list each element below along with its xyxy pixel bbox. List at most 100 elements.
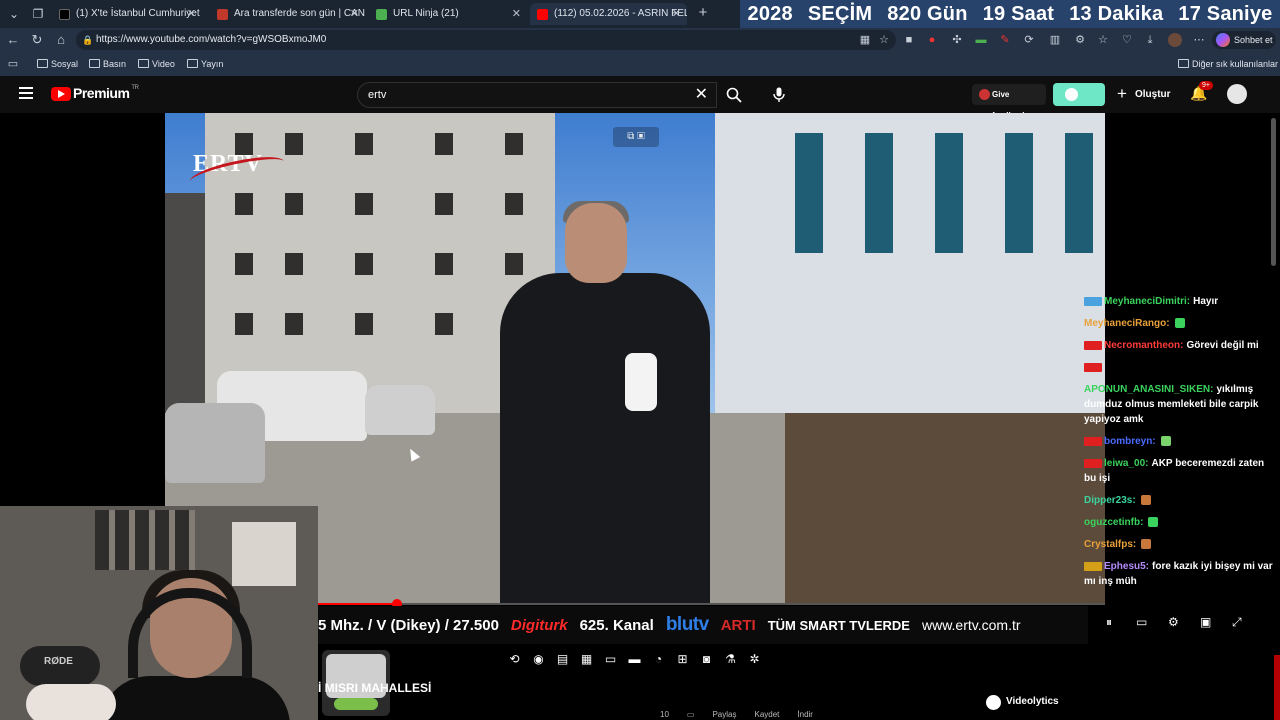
close-tab-icon[interactable]: ✕: [350, 3, 359, 25]
captions-icon[interactable]: ▭: [601, 652, 620, 666]
account-avatar[interactable]: [1227, 84, 1247, 104]
workspaces-icon[interactable]: ❐: [29, 5, 47, 23]
bookmark-folder-sosyal[interactable]: Sosyal: [37, 58, 78, 70]
loop-icon[interactable]: ⟲: [505, 652, 524, 666]
rode-mic-label: RØDE: [44, 656, 73, 667]
page-scrollbar[interactable]: [1271, 118, 1276, 266]
lab-flask-icon[interactable]: ⚗: [721, 652, 740, 666]
search-icon[interactable]: [718, 82, 750, 108]
extension-settings-icon[interactable]: ✲: [745, 652, 764, 666]
downloads-icon[interactable]: ⤓: [1143, 33, 1157, 47]
bookmark-folder-yayin[interactable]: Yayın: [187, 58, 223, 70]
videolytics-panel[interactable]: Videolytics: [980, 692, 1100, 712]
chat-username[interactable]: MeyhaneciDimitri:: [1104, 296, 1190, 307]
bookmark-folder-basin[interactable]: Basın: [89, 58, 126, 70]
extension-red-icon[interactable]: ●: [925, 33, 939, 47]
cinema-mode-icon[interactable]: ▬: [625, 652, 644, 666]
chat-username[interactable]: Crystalfps:: [1084, 539, 1136, 550]
extension-pen-icon[interactable]: ✎: [998, 33, 1012, 47]
stats-icon[interactable]: ▤: [553, 652, 572, 666]
chat-username[interactable]: oguzcetinfb:: [1084, 517, 1143, 528]
youtube-logo-icon[interactable]: [51, 87, 71, 101]
copilot-chat-button[interactable]: Sohbet et: [1212, 31, 1276, 49]
tab-actions-chevron-icon[interactable]: ⌄: [5, 5, 23, 23]
chat-username[interactable]: Necromantheon:: [1104, 340, 1183, 351]
create-button[interactable]: + Oluştur: [1117, 84, 1171, 105]
extension-grid-icon[interactable]: ✣: [950, 33, 964, 47]
refresh-icon[interactable]: ↻: [28, 31, 46, 49]
live-chat-overlay: MeyhaneciDimitri: Hayır MeyhaneciRango: Nec…: [1084, 294, 1274, 624]
fullscreen-icon[interactable]: ⤢: [1232, 615, 1242, 630]
extension-toggle[interactable]: [1053, 83, 1105, 106]
bookmark-label: Yayın: [201, 59, 224, 69]
webcam-wall-panel: [232, 522, 296, 586]
search-input[interactable]: ertv ✕: [357, 82, 717, 108]
new-tab-button[interactable]: +: [694, 4, 712, 22]
browser-tab-urlninja[interactable]: URL Ninja (21) ✕: [369, 3, 527, 25]
voice-search-mic-icon[interactable]: [766, 82, 792, 108]
sidebar-toggle-icon[interactable]: ▭: [4, 55, 22, 73]
split-screen-icon[interactable]: ▥: [1048, 33, 1062, 47]
home-icon[interactable]: ⌂: [52, 31, 70, 49]
favorites-icon[interactable]: ☆: [1096, 33, 1110, 47]
back-arrow-icon[interactable]: ←: [4, 31, 22, 49]
chat-username[interactable]: APONUN_ANASINI_SIKEN:: [1084, 384, 1213, 395]
tab-title: URL Ninja (21): [393, 8, 459, 19]
share-button[interactable]: Paylaş: [712, 710, 736, 720]
save-button[interactable]: Kaydet: [754, 710, 779, 720]
webcam-person-shirt: [100, 676, 290, 720]
notifications-bell-icon[interactable]: 🔔 9+: [1190, 81, 1213, 102]
chat-emote-icon: [1160, 436, 1171, 447]
browser-essentials-icon[interactable]: ♡: [1120, 33, 1134, 47]
address-bar[interactable]: 🔒 https://www.youtube.com/watch?v=gWSOBx…: [76, 30, 896, 50]
give-feedback-button[interactable]: Give feedback: [972, 84, 1046, 120]
toggle-knob: [1065, 88, 1078, 101]
miniplayer-icon[interactable]: ▣: [1200, 615, 1211, 629]
browser-tab-canli[interactable]: Ara transferde son gün | CANLI BL ✕: [210, 3, 365, 25]
download-button[interactable]: İndir: [797, 710, 813, 720]
close-tab-icon[interactable]: ✕: [512, 3, 521, 25]
chat-username[interactable]: MeyhaneciRango:: [1084, 318, 1170, 329]
screenshot-camera-icon[interactable]: ◙: [697, 652, 716, 666]
other-bookmarks-folder[interactable]: Diğer sık kullanılanlar: [1178, 58, 1278, 70]
settings-gear-icon[interactable]: ⚙: [1168, 615, 1179, 629]
app-available-icon[interactable]: ▦: [858, 33, 872, 47]
bookmark-label: Sosyal: [51, 59, 79, 69]
pip-overlay-icons[interactable]: ⧉ ▣: [613, 127, 659, 147]
browser-tab-youtube-active[interactable]: (112) 05.02.2026 - ASRIN FEL ✕: [530, 3, 687, 25]
logo-text: Premium: [73, 85, 130, 101]
chat-message: leiwa_00: AKP beceremezdi zaten bu işi: [1084, 456, 1274, 486]
chat-username[interactable]: bombreyn:: [1104, 436, 1156, 447]
extensions-puzzle-icon[interactable]: ⚙: [1073, 33, 1087, 47]
tab-title: Ara transferde son gün | CANLI BL: [234, 8, 365, 19]
search-query: ertv: [368, 89, 387, 101]
video-progress-track[interactable]: [318, 603, 1105, 605]
add-icon[interactable]: ⊞: [673, 652, 692, 666]
speed-gauge-icon[interactable]: ◔: [649, 652, 668, 666]
close-tab-icon[interactable]: ✕: [672, 3, 681, 25]
audio-boost-icon[interactable]: ◉: [529, 652, 548, 666]
chat-username[interactable]: leiwa_00:: [1104, 458, 1148, 469]
clear-search-icon[interactable]: ✕: [695, 83, 708, 107]
youtube-premium-logo[interactable]: Premium TR: [73, 85, 139, 101]
extension-green-icon[interactable]: ▬: [974, 33, 988, 47]
bookmark-folder-video[interactable]: Video: [138, 58, 175, 70]
site-info-icon[interactable]: 🔒: [82, 30, 93, 50]
extension-refresh-icon[interactable]: ⟳: [1022, 33, 1036, 47]
chat-username[interactable]: Dipper23s:: [1084, 495, 1136, 506]
extension-icon[interactable]: ■: [902, 33, 916, 47]
chat-username[interactable]: Ephesu5:: [1104, 561, 1149, 572]
subtitles-icon[interactable]: ▭: [1136, 615, 1147, 629]
more-options-icon[interactable]: ⋯: [1192, 33, 1206, 47]
browser-tab-x[interactable]: (1) X'te İstanbul Cumhuriyet Başsa ✕: [52, 3, 202, 25]
dislike-button[interactable]: ▭: [687, 710, 695, 720]
chat-text: Hayır: [1193, 296, 1219, 307]
tab-title: (112) 05.02.2026 - ASRIN FEL: [554, 8, 687, 19]
menu-hamburger-icon[interactable]: [19, 87, 33, 99]
like-button[interactable]: 10: [660, 710, 669, 720]
favorite-star-icon[interactable]: ☆: [877, 33, 891, 47]
clip-icon[interactable]: ▦: [577, 652, 596, 666]
pause-icon[interactable]: ⏸: [1106, 615, 1112, 630]
profile-avatar[interactable]: [1168, 33, 1182, 47]
close-tab-icon[interactable]: ✕: [187, 3, 196, 25]
